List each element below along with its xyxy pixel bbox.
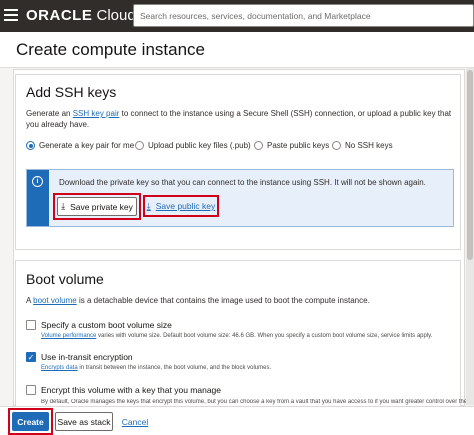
- vertical-scrollbar[interactable]: [466, 68, 474, 405]
- radio-unselected-icon: [332, 141, 341, 150]
- top-navigation-bar: ORACLE Cloud Search resources, services,…: [0, 0, 474, 32]
- download-icon: ⤓: [146, 200, 151, 211]
- radio-unselected-icon: [135, 141, 144, 150]
- radio-no-ssh-keys[interactable]: No SSH keys: [332, 141, 393, 150]
- volume-performance-link[interactable]: Volume performance: [41, 333, 96, 339]
- logo-brand: ORACLE: [26, 7, 93, 24]
- in-transit-encryption-checkbox[interactable]: ✓: [26, 352, 36, 362]
- save-private-key-button[interactable]: ⤓ Save private key: [57, 197, 137, 216]
- hamburger-menu-icon[interactable]: [4, 9, 18, 21]
- save-public-key-label: Save public key: [155, 201, 216, 211]
- save-public-key-link[interactable]: ⤓ Save public key: [146, 199, 216, 213]
- custom-size-help: Volume performance varies with volume si…: [41, 333, 432, 339]
- info-bar: i: [27, 170, 49, 226]
- cancel-link[interactable]: Cancel: [119, 412, 151, 431]
- info-message: Download the private key so that you can…: [59, 178, 426, 187]
- logo-product: Cloud: [92, 7, 136, 24]
- scrollbar-thumb[interactable]: [467, 70, 473, 260]
- encryption-help: Encrypts data in transit between the ins…: [41, 365, 271, 371]
- download-icon: ⤓: [61, 201, 66, 211]
- oracle-cloud-logo[interactable]: ORACLE Cloud: [26, 7, 136, 24]
- in-transit-encryption-label: Use in-transit encryption: [41, 352, 133, 362]
- encrypt-with-managed-key-label: Encrypt this volume with a key that you …: [41, 385, 222, 395]
- radio-selected-icon: [26, 141, 35, 150]
- ssh-key-pair-link[interactable]: SSH key pair: [73, 109, 120, 118]
- search-input[interactable]: Search resources, services, documentatio…: [133, 4, 474, 27]
- save-private-key-label: Save private key: [70, 201, 133, 212]
- ssh-section-title: Add SSH keys: [26, 84, 117, 100]
- vault-help-text: By default, Oracle manages the keys that…: [41, 399, 466, 405]
- ssh-desc-prefix: Generate an: [26, 109, 73, 118]
- create-button[interactable]: Create: [12, 412, 49, 431]
- save-as-stack-button[interactable]: Save as stack: [55, 412, 113, 431]
- custom-boot-volume-size-label: Specify a custom boot volume size: [41, 320, 172, 330]
- boot-section-title: Boot volume: [26, 271, 104, 287]
- custom-size-help-text: varies with volume size. Default boot vo…: [96, 333, 433, 339]
- ssh-description: Generate an SSH key pair to connect to t…: [26, 108, 456, 130]
- radio-label: Paste public keys: [267, 141, 330, 150]
- encrypts-data-link[interactable]: Encrypts data: [41, 365, 78, 371]
- radio-upload-public-key[interactable]: Upload public key files (.pub): [135, 141, 251, 150]
- page-title: Create compute instance: [16, 40, 205, 59]
- ssh-key-options: Generate a key pair for me Upload public…: [26, 141, 456, 153]
- custom-boot-volume-size-checkbox[interactable]: [26, 320, 36, 330]
- encryption-help-text: in transit between the instance, the boo…: [77, 365, 272, 371]
- radio-generate-key-pair[interactable]: Generate a key pair for me: [26, 141, 134, 150]
- radio-label: Upload public key files (.pub): [148, 141, 251, 150]
- radio-paste-public-keys[interactable]: Paste public keys: [254, 141, 329, 150]
- encrypt-with-managed-key-checkbox[interactable]: [26, 385, 36, 395]
- info-icon: i: [32, 176, 43, 187]
- radio-unselected-icon: [254, 141, 263, 150]
- boot-volume-link[interactable]: boot volume: [33, 296, 77, 305]
- boot-desc-suffix: is a detachable device that contains the…: [76, 296, 370, 305]
- radio-label: Generate a key pair for me: [39, 141, 135, 150]
- page-header: Create compute instance: [0, 32, 474, 68]
- radio-label: No SSH keys: [345, 141, 393, 150]
- boot-description: A boot volume is a detachable device tha…: [26, 295, 456, 306]
